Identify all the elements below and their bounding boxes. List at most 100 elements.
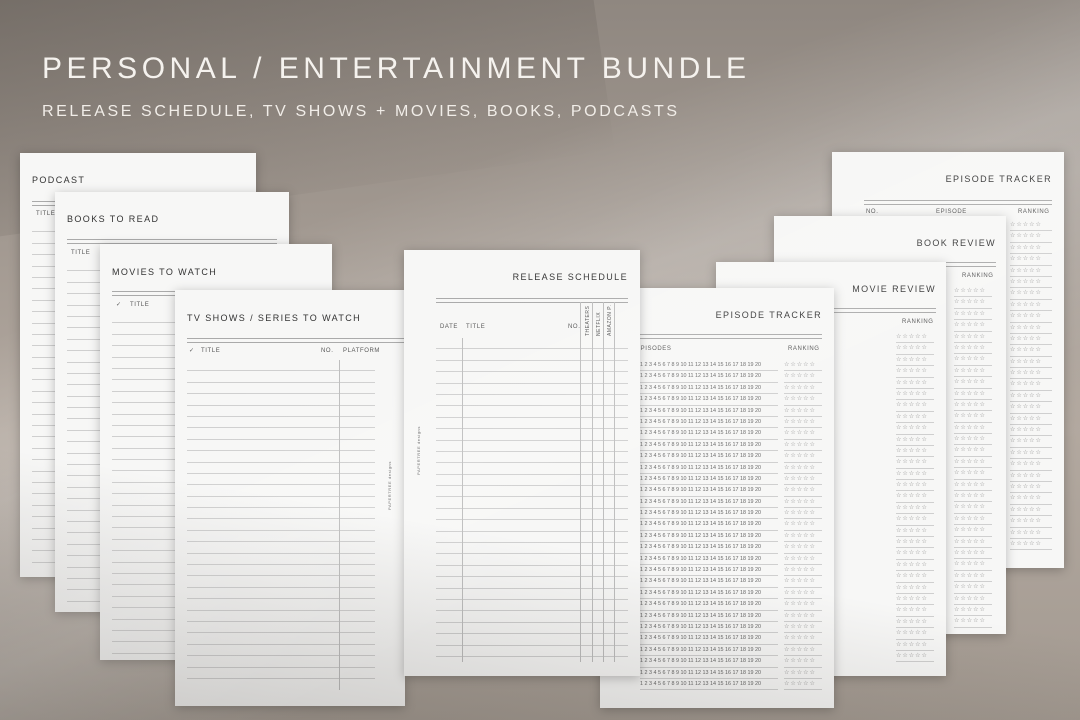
col-check: ✓ — [189, 348, 195, 354]
star-rating: ☆☆☆☆☆ — [954, 594, 992, 605]
episode-numbers: 1 2 3 4 5 6 7 8 9 10 11 12 13 14 15 16 1… — [640, 451, 778, 463]
col-platform: PLATFORM — [343, 348, 381, 354]
star-rating: ☆☆☆☆☆ — [954, 332, 992, 343]
episode-numbers: 1 2 3 4 5 6 7 8 9 10 11 12 13 14 15 16 1… — [640, 633, 778, 645]
star-rating: ☆☆☆☆☆ — [1010, 266, 1052, 277]
ruled-line — [187, 485, 375, 497]
episode-numbers: 1 2 3 4 5 6 7 8 9 10 11 12 13 14 15 16 1… — [640, 611, 778, 622]
star-rating: ☆☆☆☆☆ — [896, 526, 934, 538]
col-title: TITLE — [130, 302, 150, 308]
star-rating: ☆☆☆☆☆ — [896, 617, 934, 629]
header-rule — [187, 338, 405, 343]
star-rating: ☆☆☆☆☆ — [784, 622, 822, 634]
brand-mark: PAPERTREE designs — [416, 426, 421, 475]
star-rating: ☆☆☆☆☆ — [784, 645, 822, 657]
star-rating: ☆☆☆☆☆ — [896, 583, 934, 594]
star-rating: ☆☆☆☆☆ — [954, 411, 992, 423]
ruled-line — [436, 554, 628, 566]
episode-rows: 1 2 3 4 5 6 7 8 9 10 11 12 13 14 15 16 1… — [640, 360, 778, 691]
star-rating: ☆☆☆☆☆ — [954, 514, 992, 526]
star-rating: ☆☆☆☆☆ — [954, 286, 992, 298]
star-rating: ☆☆☆☆☆ — [954, 400, 992, 412]
ruled-line — [436, 395, 628, 407]
ruled-line — [187, 451, 375, 463]
header-rule — [864, 200, 1052, 205]
star-rating: ☆☆☆☆☆ — [896, 355, 934, 367]
episode-numbers: 1 2 3 4 5 6 7 8 9 10 11 12 13 14 15 16 1… — [640, 531, 778, 543]
star-rating: ☆☆☆☆☆ — [784, 440, 822, 452]
star-rating: ☆☆☆☆☆ — [784, 679, 822, 691]
ruled-line — [187, 588, 375, 600]
star-rating: ☆☆☆☆☆ — [896, 503, 934, 515]
ruled-line — [436, 520, 628, 532]
ruled-line — [187, 576, 375, 588]
col-episodes: EPISODES — [636, 346, 672, 352]
star-rating: ☆☆☆☆☆ — [954, 434, 992, 446]
episode-numbers: 1 2 3 4 5 6 7 8 9 10 11 12 13 14 15 16 1… — [640, 417, 778, 429]
star-rating: ☆☆☆☆☆ — [896, 571, 934, 583]
star-rating: ☆☆☆☆☆ — [784, 531, 822, 543]
star-rating: ☆☆☆☆☆ — [954, 423, 992, 435]
star-rating: ☆☆☆☆☆ — [784, 588, 822, 600]
star-rating: ☆☆☆☆☆ — [784, 668, 822, 679]
star-rating: ☆☆☆☆☆ — [1010, 414, 1052, 426]
ruled-line — [436, 429, 628, 441]
star-rating: ☆☆☆☆☆ — [784, 508, 822, 520]
ruled-line — [187, 656, 375, 668]
page-title: BOOKS TO READ — [67, 214, 160, 224]
episode-numbers: 1 2 3 4 5 6 7 8 9 10 11 12 13 14 15 16 1… — [640, 599, 778, 611]
ruled-line — [187, 508, 375, 520]
column-divider — [603, 302, 604, 662]
star-rating: ☆☆☆☆☆ — [896, 491, 934, 503]
star-rating: ☆☆☆☆☆ — [1010, 323, 1052, 334]
star-rating: ☆☆☆☆☆ — [1010, 482, 1052, 494]
episode-numbers: 1 2 3 4 5 6 7 8 9 10 11 12 13 14 15 16 1… — [640, 542, 778, 554]
star-rating: ☆☆☆☆☆ — [954, 525, 992, 537]
ruled-line — [187, 668, 375, 679]
header-rule — [630, 334, 822, 339]
star-rating: ☆☆☆☆☆ — [896, 651, 934, 663]
star-rows: ☆☆☆☆☆ ☆☆☆☆☆ ☆☆☆☆☆ ☆☆☆☆☆ ☆☆☆☆☆ ☆☆☆☆☆ ☆☆☆☆☆ ☆☆☆☆☆… — [954, 286, 992, 628]
star-rating: ☆☆☆☆☆ — [896, 514, 934, 526]
star-rating: ☆☆☆☆☆ — [896, 378, 934, 389]
star-rating: ☆☆☆☆☆ — [784, 485, 822, 497]
star-rating: ☆☆☆☆☆ — [896, 389, 934, 401]
col-ranking: RANKING — [902, 319, 934, 325]
star-rating: ☆☆☆☆☆ — [784, 554, 822, 566]
page-title: MOVIE REVIEW — [852, 284, 936, 294]
star-rating: ☆☆☆☆☆ — [954, 571, 992, 583]
star-rating: ☆☆☆☆☆ — [954, 377, 992, 389]
ruled-lines — [187, 360, 375, 679]
page-title: BOOK REVIEW — [916, 238, 996, 248]
star-rating: ☆☆☆☆☆ — [896, 366, 934, 378]
star-rating: ☆☆☆☆☆ — [896, 446, 934, 458]
col-theaters: THEATERS — [585, 305, 591, 336]
star-rating: ☆☆☆☆☆ — [954, 445, 992, 457]
episode-numbers: 1 2 3 4 5 6 7 8 9 10 11 12 13 14 15 16 1… — [640, 656, 778, 668]
star-rating: ☆☆☆☆☆ — [954, 457, 992, 469]
star-rating: ☆☆☆☆☆ — [954, 468, 992, 480]
ruled-line — [436, 452, 628, 464]
star-rating: ☆☆☆☆☆ — [1010, 505, 1052, 517]
episode-numbers: 1 2 3 4 5 6 7 8 9 10 11 12 13 14 15 16 1… — [640, 679, 778, 691]
col-netflix: NETFLIX — [596, 311, 602, 336]
star-rating: ☆☆☆☆☆ — [784, 611, 822, 622]
star-rating: ☆☆☆☆☆ — [784, 474, 822, 486]
ruled-line — [436, 566, 628, 578]
star-rating: ☆☆☆☆☆ — [784, 417, 822, 429]
ruled-line — [187, 645, 375, 657]
ruled-line — [436, 646, 628, 657]
star-rating: ☆☆☆☆☆ — [896, 400, 934, 412]
col-title: TITLE — [466, 324, 486, 330]
star-rating: ☆☆☆☆☆ — [954, 480, 992, 492]
star-rating: ☆☆☆☆☆ — [954, 605, 992, 617]
column-divider — [339, 360, 340, 690]
ruled-line — [187, 394, 375, 406]
star-rating: ☆☆☆☆☆ — [1010, 539, 1052, 551]
ruled-line — [187, 565, 375, 577]
ruled-line — [187, 497, 375, 509]
star-rating: ☆☆☆☆☆ — [1010, 254, 1052, 266]
star-rating: ☆☆☆☆☆ — [1010, 277, 1052, 289]
episode-numbers: 1 2 3 4 5 6 7 8 9 10 11 12 13 14 15 16 1… — [640, 360, 778, 372]
star-rating: ☆☆☆☆☆ — [784, 599, 822, 611]
